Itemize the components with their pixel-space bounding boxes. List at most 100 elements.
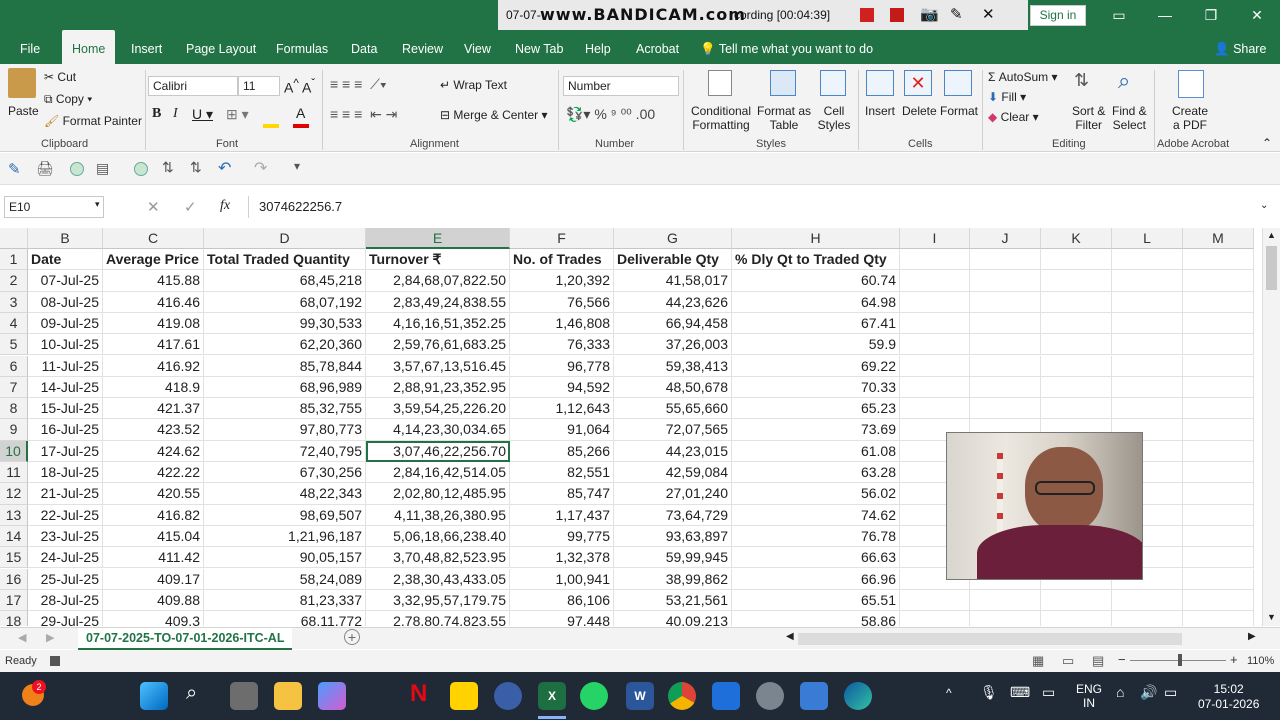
font-name-select[interactable]: Calibri — [148, 76, 238, 96]
page-layout-view-icon[interactable]: ▭ — [1062, 653, 1074, 669]
column-header-h[interactable]: H — [732, 228, 900, 249]
data-cell[interactable] — [1112, 312, 1183, 335]
edit-icon[interactable]: ✎ — [8, 160, 21, 178]
data-cell[interactable] — [1112, 611, 1183, 626]
find-select-icon[interactable]: ⌕ — [1118, 68, 1130, 94]
data-cell[interactable] — [1183, 611, 1254, 626]
row-header[interactable]: 9 — [0, 419, 28, 441]
data-cell[interactable]: 29-Jul-25 — [28, 611, 103, 626]
data-cell[interactable] — [900, 291, 970, 313]
data-cell[interactable]: 66.96 — [732, 568, 900, 590]
data-cell[interactable]: 18-Jul-25 — [28, 462, 103, 484]
data-cell[interactable]: 66,94,458 — [614, 312, 732, 335]
word-icon[interactable]: W — [626, 682, 654, 710]
prev-sheet-icon[interactable]: ◀ — [18, 631, 26, 644]
data-cell[interactable]: 415.04 — [103, 525, 204, 548]
data-cell[interactable]: 99,775 — [510, 525, 614, 548]
scroll-down-icon[interactable]: ▼ — [1267, 612, 1276, 622]
data-cell[interactable]: 4,11,38,26,380.95 — [366, 504, 510, 526]
data-cell[interactable] — [970, 291, 1041, 313]
tab-review[interactable]: Review — [402, 30, 443, 64]
data-cell[interactable]: 48,22,343 — [204, 483, 366, 505]
data-cell[interactable]: 72,40,795 — [204, 440, 366, 462]
data-cell[interactable]: 3,57,67,13,516.45 — [366, 355, 510, 377]
data-cell[interactable]: 73,64,729 — [614, 504, 732, 526]
data-cell[interactable]: 68,45,218 — [204, 270, 366, 292]
data-cell[interactable]: 07-Jul-25 — [28, 270, 103, 292]
header-cell[interactable]: % Dly Qt to Traded Qty — [732, 249, 900, 271]
data-cell[interactable] — [1183, 440, 1254, 462]
cancel-icon[interactable]: ✕ — [147, 198, 160, 216]
data-cell[interactable]: 423.52 — [103, 419, 204, 441]
data-cell[interactable]: 76,333 — [510, 334, 614, 356]
data-cell[interactable]: 55,65,660 — [614, 398, 732, 420]
next-sheet-icon[interactable]: ▶ — [46, 631, 54, 644]
insert-cells-button[interactable]: Insert — [865, 104, 895, 118]
tab-view[interactable]: View — [464, 30, 491, 64]
normal-view-icon[interactable]: ▦ — [1032, 653, 1044, 669]
data-cell[interactable]: 2,83,49,24,838.55 — [366, 291, 510, 313]
data-cell[interactable]: 17-Jul-25 — [28, 440, 103, 462]
data-cell[interactable]: 65.51 — [732, 589, 900, 612]
data-cell[interactable]: 91,064 — [510, 419, 614, 441]
column-header-b[interactable]: B — [28, 228, 103, 249]
circle-icon[interactable] — [70, 162, 84, 176]
data-cell[interactable] — [970, 376, 1041, 399]
data-cell[interactable]: 21-Jul-25 — [28, 483, 103, 505]
data-cell[interactable]: 41,58,017 — [614, 270, 732, 292]
format-as-table-button[interactable]: Format as Table — [756, 104, 812, 132]
data-cell[interactable]: 420.55 — [103, 483, 204, 505]
data-cell[interactable] — [970, 270, 1041, 292]
header-cell[interactable]: Average Price — [103, 249, 204, 271]
data-cell[interactable] — [1041, 270, 1112, 292]
sort-filter-button[interactable]: Sort & Filter — [1072, 104, 1105, 132]
data-cell[interactable] — [1183, 462, 1254, 484]
data-cell[interactable]: 69.22 — [732, 355, 900, 377]
data-cell[interactable]: 66.63 — [732, 547, 900, 569]
data-cell[interactable] — [900, 270, 970, 292]
chrome-icon[interactable] — [668, 682, 696, 710]
page-break-view-icon[interactable]: ▤ — [1092, 653, 1104, 669]
vertical-scroll-thumb[interactable] — [1266, 246, 1277, 290]
data-cell[interactable]: 94,592 — [510, 376, 614, 399]
sort-descending-icon[interactable]: ⇅ — [190, 159, 202, 176]
delete-cells-icon[interactable]: ✕ — [904, 70, 932, 96]
data-cell[interactable]: 3,59,54,25,226.20 — [366, 398, 510, 420]
cell-styles-button[interactable]: Cell Styles — [812, 104, 856, 132]
column-header-g[interactable]: G — [614, 228, 732, 249]
cut-button[interactable]: ✂ Cut — [44, 70, 76, 84]
data-cell[interactable] — [1112, 291, 1183, 313]
data-cell[interactable]: 63.28 — [732, 462, 900, 484]
scroll-up-icon[interactable]: ▲ — [1267, 230, 1276, 240]
data-cell[interactable]: 11-Jul-25 — [28, 355, 103, 377]
data-cell[interactable]: 58,24,089 — [204, 568, 366, 590]
data-cell[interactable]: 08-Jul-25 — [28, 291, 103, 313]
data-cell[interactable]: 85,266 — [510, 440, 614, 462]
data-cell[interactable] — [1041, 355, 1112, 377]
data-cell[interactable]: 10-Jul-25 — [28, 334, 103, 356]
data-cell[interactable] — [1183, 547, 1254, 569]
data-cell[interactable]: 2,84,68,07,822.50 — [366, 270, 510, 292]
data-cell[interactable]: 1,20,392 — [510, 270, 614, 292]
display-icon[interactable]: ▭ — [1042, 684, 1055, 701]
row-header[interactable]: 1 — [0, 249, 28, 271]
data-cell[interactable]: 2,88,91,23,352.95 — [366, 376, 510, 399]
currency-icon[interactable]: 💱▾ % ⁹ ⁰⁰ .00 — [566, 106, 655, 123]
row-header[interactable]: 6 — [0, 355, 28, 377]
data-cell[interactable]: 85,32,755 — [204, 398, 366, 420]
task-view-icon[interactable] — [230, 682, 258, 710]
row-header[interactable]: 16 — [0, 568, 28, 590]
windows-start-icon[interactable] — [140, 682, 168, 710]
data-cell[interactable]: 60.74 — [732, 270, 900, 292]
sticky-notes-icon[interactable] — [450, 682, 478, 710]
data-cell[interactable]: 86,106 — [510, 589, 614, 612]
row-header[interactable]: 18 — [0, 611, 28, 626]
data-cell[interactable]: 409.17 — [103, 568, 204, 590]
data-cell[interactable]: 1,12,643 — [510, 398, 614, 420]
row-header[interactable]: 7 — [0, 376, 28, 399]
data-cell[interactable] — [1041, 589, 1112, 612]
data-cell[interactable]: 416.92 — [103, 355, 204, 377]
expand-formula-icon[interactable]: ⌄ — [1260, 200, 1268, 211]
close-icon[interactable]: ✕ — [1234, 0, 1280, 30]
data-cell[interactable]: 85,747 — [510, 483, 614, 505]
